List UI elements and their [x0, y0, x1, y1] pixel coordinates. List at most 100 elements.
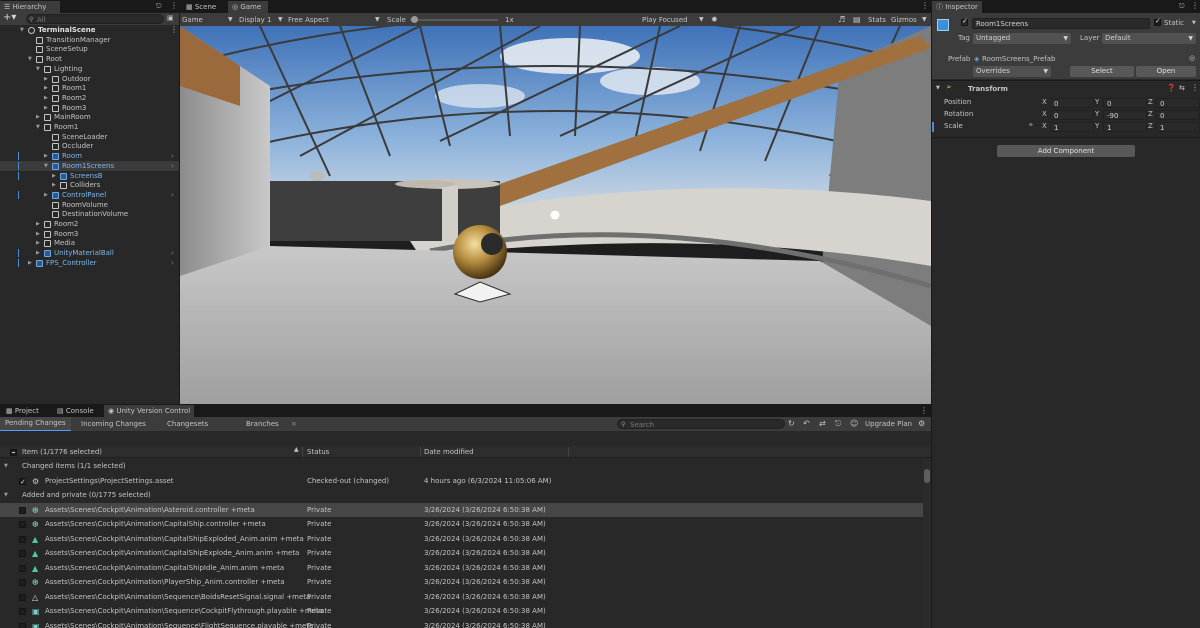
tab-incoming-changes[interactable]: Incoming Changes [81, 418, 146, 430]
kebab-menu-icon[interactable]: ⋮ [1191, 1, 1199, 10]
table-row[interactable]: ❆ Assets\Scenes\Cockpit\Animation\PlayerS… [0, 575, 923, 589]
row-checkbox[interactable] [19, 608, 26, 615]
kebab-menu-icon[interactable]: ⋮ [170, 1, 178, 10]
collapse-arrow-icon[interactable]: ▶ [36, 219, 40, 229]
scale-z-field[interactable]: 1 [1156, 122, 1200, 132]
collapse-arrow-icon[interactable]: ▶ [44, 83, 48, 93]
scale-slider-handle[interactable] [411, 16, 418, 23]
overrides-dropdown[interactable]: Overrides ▼ [973, 66, 1051, 77]
position-y-field[interactable]: 0 [1103, 98, 1147, 108]
kebab-menu-icon[interactable]: ⋮ [921, 1, 929, 10]
hierarchy-item[interactable]: ▼ Root [0, 54, 179, 64]
tab-console[interactable]: ▤ Console [53, 405, 98, 417]
rotation-z-field[interactable]: 0 [1156, 110, 1200, 120]
collapse-arrow-icon[interactable]: ▶ [36, 238, 40, 248]
preset-icon[interactable]: ⇆ [1179, 84, 1185, 92]
collapse-arrow-icon[interactable]: ▶ [44, 74, 48, 84]
scale-y-field[interactable]: 1 [1103, 122, 1147, 132]
lock-icon[interactable]: ⎋ [156, 2, 162, 11]
table-row[interactable]: ❆ Assets\Scenes\Cockpit\Animation\Asteroi… [0, 502, 923, 517]
stats-button[interactable]: Stats [868, 14, 886, 26]
axis-x-label[interactable]: X [1042, 98, 1047, 106]
hierarchy-item[interactable]: ▶ Outdoor [0, 74, 179, 84]
hierarchy-item[interactable]: ▶ UnityMaterialBall › [0, 248, 179, 258]
table-row[interactable]: ▲ Assets\Scenes\Cockpit\Animation\Capital… [0, 546, 923, 560]
add-object-button[interactable]: +▾ [3, 12, 16, 23]
transform-header[interactable]: ▼ ➢ Transform ❓ ⇆ ⋮ [932, 83, 1200, 95]
game-render[interactable] [180, 26, 931, 404]
gear-icon[interactable]: ⚙ [918, 418, 925, 430]
undo-icon[interactable]: ↶ [803, 418, 810, 430]
select-all-checkbox[interactable] [10, 449, 17, 456]
scene-visibility-icon[interactable]: ▣ [167, 14, 174, 22]
column-item[interactable]: Item (1/1776 selected) [22, 446, 102, 458]
table-row[interactable]: ▲ Assets\Scenes\Cockpit\Animation\Capital… [0, 532, 923, 546]
hierarchy-item[interactable]: ▶ MainRoom [0, 112, 179, 122]
play-mode-dropdown[interactable]: Play Focused ▼ [642, 14, 706, 26]
tab-scene[interactable]: ▦ Scene [182, 1, 227, 13]
game-mode-dropdown[interactable]: Game ▼ [182, 14, 234, 26]
hierarchy-item[interactable]: ▼ TerminalScene ⋮ [0, 25, 179, 35]
chevron-down-icon[interactable]: ▼ [1192, 20, 1196, 26]
table-row[interactable]: ❆ Assets\Scenes\Cockpit\Animation\Capital… [0, 517, 923, 531]
row-checkbox[interactable] [19, 550, 26, 557]
object-name-field[interactable]: Room1Screens [972, 18, 1150, 29]
row-checkbox[interactable] [19, 564, 26, 572]
axis-z-label[interactable]: Z [1148, 98, 1153, 106]
hierarchy-item[interactable]: RoomVolume [0, 200, 179, 210]
table-row[interactable]: ▣ Assets\Scenes\Cockpit\Animation\Sequenc… [0, 619, 923, 628]
merge-icon[interactable]: ⇄ [819, 418, 826, 430]
hierarchy-item[interactable]: DestinationVolume [0, 209, 179, 219]
tab-inspector[interactable]: ⓘ Inspector [932, 1, 982, 13]
chevron-right-icon[interactable]: › [171, 248, 174, 258]
hierarchy-item[interactable]: ▶ Room3 [0, 229, 179, 239]
close-icon[interactable]: × [291, 418, 297, 430]
collapse-arrow-icon[interactable]: ▶ [44, 190, 48, 200]
row-checkbox[interactable] [19, 593, 26, 601]
position-z-field[interactable]: 0 [1156, 98, 1200, 108]
kebab-menu-icon[interactable]: ⋮ [1191, 83, 1199, 92]
uvc-search-input[interactable]: ⚲ Search [617, 419, 785, 429]
lock-icon[interactable]: ⎋ [835, 418, 841, 430]
kebab-menu-icon[interactable]: ⋮ [920, 406, 928, 415]
expand-arrow-icon[interactable]: ▼ [4, 459, 8, 473]
hierarchy-item[interactable]: ▼ Room1Screens › [0, 160, 179, 171]
upgrade-plan-button[interactable]: Upgrade Plan [865, 418, 912, 430]
tab-game[interactable]: ◎ Game [228, 1, 268, 13]
gizmos-button[interactable]: Gizmos [891, 14, 917, 26]
collapse-arrow-icon[interactable]: ▶ [28, 258, 32, 268]
open-button[interactable]: Open [1136, 66, 1196, 77]
expand-arrow-icon[interactable]: ▼ [36, 64, 40, 74]
column-date[interactable]: Date modified [424, 446, 474, 458]
resolution-icon[interactable]: ▤ [853, 14, 861, 26]
column-divider[interactable] [420, 447, 421, 457]
row-checkbox[interactable] [19, 622, 26, 628]
collapse-arrow-icon[interactable]: ▶ [36, 248, 40, 258]
hierarchy-item[interactable]: ▶ ControlPanel › [0, 190, 179, 200]
row-checkbox[interactable] [19, 506, 26, 514]
layer-dropdown[interactable]: Default ▼ [1102, 33, 1196, 44]
hierarchy-item[interactable]: ▶ Room2 [0, 93, 179, 103]
tab-branches[interactable]: Branches [246, 418, 279, 430]
hierarchy-item[interactable]: Occluder [0, 141, 179, 151]
speaker-icon[interactable]: ♬ [838, 14, 845, 26]
position-x-field[interactable]: 0 [1050, 98, 1094, 108]
aspect-dropdown[interactable]: Free Aspect ▼ [288, 14, 382, 26]
help-icon[interactable]: ❓ [1167, 84, 1176, 92]
axis-y-label[interactable]: Y [1095, 110, 1099, 118]
column-divider[interactable] [568, 447, 569, 457]
table-row[interactable]: ▲ Assets\Scenes\Cockpit\Animation\Capital… [0, 561, 923, 575]
rotation-y-field[interactable]: -90 [1103, 110, 1147, 120]
axis-y-label[interactable]: Y [1095, 98, 1099, 106]
kebab-menu-icon[interactable]: ⋮ [170, 25, 178, 35]
axis-y-label[interactable]: Y [1095, 122, 1099, 130]
row-checkbox[interactable] [19, 579, 26, 586]
collapse-arrow-icon[interactable]: ▶ [52, 171, 56, 181]
chevron-right-icon[interactable]: › [171, 161, 174, 171]
hierarchy-item[interactable]: ▶ Room2 [0, 219, 179, 229]
hierarchy-search-input[interactable]: ⚲ All [26, 14, 164, 24]
expand-arrow-icon[interactable]: ▼ [44, 161, 48, 171]
tab-changesets[interactable]: Changesets [167, 418, 208, 430]
target-icon[interactable]: ◎ [1189, 54, 1195, 62]
row-checkbox[interactable] [19, 535, 26, 543]
